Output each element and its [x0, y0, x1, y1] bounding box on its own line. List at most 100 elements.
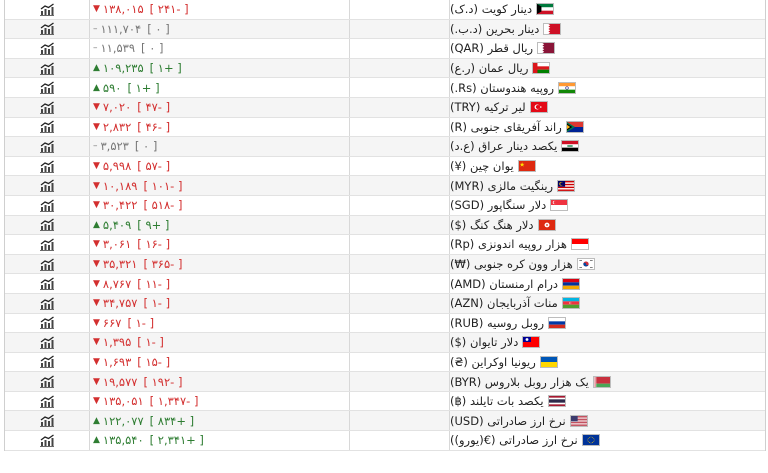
empty-cell [350, 58, 450, 78]
currency-name[interactable]: ریونیا اوکراین (₴) [450, 355, 536, 369]
price-value: ۵۹۰ [102, 80, 122, 95]
table-row: ▲ ۱۲۲,۰۷۷ [ ۸۳۴+ ] نرخ ارز صادراتی (USD) [5, 411, 765, 432]
currency-name[interactable]: راند آفریقای جنوبی (R) [450, 120, 562, 134]
chart-cell [5, 78, 90, 97]
line-chart-icon[interactable] [40, 414, 54, 428]
line-chart-icon[interactable] [40, 277, 54, 291]
up-arrow-icon: ▲ [93, 435, 100, 446]
price-cell: ▼ ۱,۶۹۳ [ ۱۵- ] [90, 352, 350, 372]
currency-name[interactable]: روپیه هندوستان (Rs.) [450, 81, 554, 95]
chart-cell [5, 39, 90, 58]
table-row: ▼ ۱۳۸,۰۱۵ [ ۲۴۱- ] دینار کویت (د.ک) [5, 0, 765, 20]
line-chart-icon[interactable] [40, 355, 54, 369]
up-arrow-icon: ▲ [93, 219, 100, 230]
change-value: [ ۱۱- ] [137, 276, 171, 291]
currency-name-cell: ریال عمان (ر.ع) [450, 59, 765, 78]
currency-name[interactable]: یک هزار روبل بلاروس (BYR) [450, 375, 589, 389]
chart-cell [5, 215, 90, 235]
currency-name-cell: ریال قطر (QAR) [450, 39, 765, 58]
chart-cell [5, 19, 90, 39]
table-row: ▼ ۳۰,۴۲۲ [ ۵۱۸- ] دلار سنگاپور (SGD) [5, 195, 765, 216]
empty-cell [350, 333, 450, 352]
currency-name[interactable]: یکصد دینار عراق (ع.د) [450, 139, 557, 153]
currency-name[interactable]: هزار روپیه اندونزی (Rp) [450, 237, 567, 251]
price-value: ۱,۶۹۳ [102, 354, 132, 369]
price-value: ۵,۹۹۸ [102, 159, 132, 174]
down-arrow-icon: ▼ [93, 4, 100, 15]
price-value: ۳,۵۲۳ [100, 139, 129, 154]
chart-cell [5, 176, 90, 195]
currency-name-cell: رینگیت مالزی (MYR) [450, 176, 765, 195]
currency-name[interactable]: ریال قطر (QAR) [450, 41, 533, 55]
line-chart-icon[interactable] [40, 238, 54, 251]
line-chart-icon[interactable] [40, 434, 54, 447]
price-value: ۱۱۱,۷۰۴ [100, 21, 142, 36]
down-arrow-icon: ▼ [93, 239, 100, 250]
table-row: ▼ ۵,۹۹۸ [ ۵۷- ] یوان چین (¥) [5, 156, 765, 177]
line-chart-icon[interactable] [40, 120, 54, 134]
currency-name-cell: نرخ ارز صادراتی (USD) [450, 411, 765, 430]
currency-name[interactable]: روبل روسیه (RUB) [450, 316, 544, 330]
chart-cell [5, 195, 90, 215]
chart-cell [5, 235, 90, 254]
line-chart-icon[interactable] [40, 218, 54, 232]
currency-name[interactable]: درام ارمنستان (AMD) [450, 277, 558, 291]
change-value: [ ۵۷- ] [137, 159, 171, 174]
line-chart-icon[interactable] [40, 101, 54, 114]
currency-name[interactable]: نرخ ارز صادراتی (€(یورو)) [450, 433, 578, 447]
qatar-flag-icon [537, 42, 556, 55]
empty-cell [350, 215, 450, 235]
line-chart-icon[interactable] [40, 179, 54, 193]
currency-name-cell: دلار سنگاپور (SGD) [450, 196, 765, 215]
currency-name[interactable]: دلار هنگ کنگ ($) [450, 218, 534, 232]
armenia-flag-icon [562, 277, 581, 290]
price-cell: ▼ ۸,۷۶۷ [ ۱۱- ] [90, 274, 350, 293]
price-cell: ▲ ۱۰۹,۲۳۵ [ ۱+ ] [90, 58, 350, 78]
price-cell: ▼ ۳,۰۶۱ [ ۱۶- ] [90, 235, 350, 254]
belarus-flag-icon [592, 375, 611, 388]
down-arrow-icon: ▼ [93, 161, 100, 172]
down-arrow-icon: ▼ [93, 317, 100, 328]
line-chart-icon[interactable] [40, 62, 54, 75]
chart-cell [5, 137, 90, 156]
chart-cell [5, 97, 90, 117]
line-chart-icon[interactable] [40, 3, 54, 16]
currency-name[interactable]: نرخ ارز صادراتی (USD) [450, 414, 566, 428]
currency-name[interactable]: لیر ترکیه (TRY) [450, 100, 526, 114]
line-chart-icon[interactable] [40, 81, 54, 95]
change-value: [ ۰ ] [141, 41, 164, 56]
currency-name[interactable]: ریال عمان (ر.ع) [450, 61, 528, 75]
line-chart-icon[interactable] [40, 257, 54, 271]
line-chart-icon[interactable] [40, 316, 54, 330]
currency-name[interactable]: یوان چین (¥) [450, 159, 514, 173]
line-chart-icon[interactable] [40, 297, 54, 310]
currency-name[interactable]: هزار وون کره جنوبی (₩) [450, 257, 573, 271]
price-value: ۵,۴۰۹ [102, 217, 132, 232]
change-value: [ ۱- ] [127, 315, 155, 330]
line-chart-icon[interactable] [40, 375, 54, 389]
table-row: –۱۱۱,۷۰۴ [ ۰ ] دینار بحرین (د.ب.) [5, 19, 765, 40]
currency-name[interactable]: دینار بحرین (د.ب.) [450, 22, 539, 36]
price-value: ۱۰,۱۸۹ [102, 178, 138, 193]
currency-name[interactable]: منات آذربایجان (AZN) [450, 296, 558, 310]
currency-name[interactable]: دینار کویت (د.ک) [450, 2, 532, 16]
empty-cell [350, 313, 450, 333]
table-row: ▼ ۸,۷۶۷ [ ۱۱- ] درام ارمنستان (AMD) [5, 274, 765, 294]
currency-name[interactable]: دلار تایوان ($) [450, 335, 518, 349]
currency-name[interactable]: دلار سنگاپور (SGD) [450, 198, 546, 212]
line-chart-icon[interactable] [40, 22, 54, 36]
empty-cell [350, 274, 450, 293]
line-chart-icon[interactable] [40, 42, 54, 55]
line-chart-icon[interactable] [40, 336, 54, 349]
line-chart-icon[interactable] [40, 395, 54, 408]
currency-name-cell: یکصد بات تایلند (฿) [450, 392, 765, 411]
price-value: ۱۹,۵۷۷ [102, 374, 138, 389]
currency-name[interactable]: رینگیت مالزی (MYR) [450, 179, 553, 193]
line-chart-icon[interactable] [40, 160, 54, 173]
change-value: [ ۰ ] [134, 139, 158, 154]
currency-name[interactable]: یکصد بات تایلند (฿) [450, 394, 544, 408]
chart-cell [5, 0, 90, 19]
line-chart-icon[interactable] [40, 199, 54, 212]
chart-cell [5, 274, 90, 293]
line-chart-icon[interactable] [40, 140, 54, 153]
